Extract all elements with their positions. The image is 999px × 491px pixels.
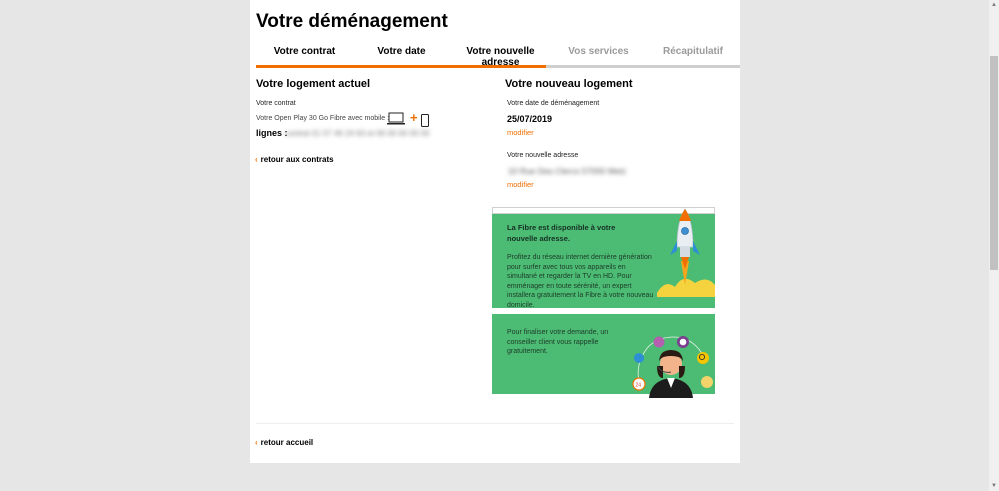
back-home-label: retour accueil [260, 438, 314, 447]
back-to-contracts-link[interactable]: ‹ retour aux contrats [255, 155, 334, 164]
page-scrollbar[interactable]: ▲ ▼ [989, 0, 999, 491]
footer-divider [256, 423, 734, 424]
tab-recapitulatif[interactable]: Récapitulatif [646, 46, 740, 57]
new-home-heading: Votre nouveau logement [505, 78, 633, 90]
contract-label: Votre contrat [256, 100, 296, 107]
modify-address-link[interactable]: modifier [507, 180, 534, 189]
new-address-blurred: 10 Rue Des Clercs 57000 Metz [508, 166, 627, 176]
scroll-down-arrow[interactable]: ▼ [990, 482, 998, 490]
tab-services[interactable]: Vos services [551, 46, 646, 57]
rocket-icon [657, 208, 715, 297]
callback-promo-card: Pour finaliser votre demande, un conseil… [492, 314, 715, 398]
page-title: Votre déménagement [256, 11, 448, 32]
back-home-link[interactable]: ‹ retour accueil [255, 438, 313, 447]
modify-date-link[interactable]: modifier [507, 128, 534, 137]
smartphone-icon [421, 114, 429, 127]
laptop-icon [387, 112, 405, 125]
move-date-value: 25/07/2019 [507, 114, 553, 124]
current-home-heading: Votre logement actuel [256, 78, 371, 90]
tab-date[interactable]: Votre date [353, 46, 450, 57]
new-address-label: Votre nouvelle adresse [507, 152, 579, 159]
chevron-left-icon: ‹ [255, 155, 258, 164]
contract-text: Votre Open Play 30 Go Fibre avec mobile … [256, 115, 390, 122]
fibre-promo-card: La Fibre est disponible à votre nouvelle… [492, 207, 715, 309]
back-to-contracts-label: retour aux contrats [260, 155, 334, 164]
plus-icon: + [410, 110, 418, 125]
main-panel: Votre déménagement Votre contrat Votre d… [250, 0, 740, 463]
tab-contrat[interactable]: Votre contrat [256, 46, 353, 57]
lines-blurred: contrat 01 07 46 24 63 et 06 00 00 00 00 [285, 129, 430, 138]
fibre-promo-body: Profitez du réseau internet dernière gén… [507, 254, 654, 309]
chevron-left-icon: ‹ [255, 438, 258, 447]
fibre-promo-heading: La Fibre est disponible à votre nouvelle… [507, 223, 616, 243]
move-date-label: Votre date de déménagement [507, 100, 600, 107]
lines-label: lignes : [256, 128, 288, 138]
advisor-icon: 24 [632, 336, 713, 398]
callback-promo-body: Pour finaliser votre demande, un conseil… [507, 329, 609, 355]
step-tabs: Votre contrat Votre date Votre nouvelle … [256, 40, 740, 68]
scroll-up-arrow[interactable]: ▲ [990, 1, 998, 9]
scrollbar-thumb[interactable] [990, 56, 998, 270]
svg-text:24: 24 [636, 383, 642, 389]
progress-bar [256, 65, 547, 68]
